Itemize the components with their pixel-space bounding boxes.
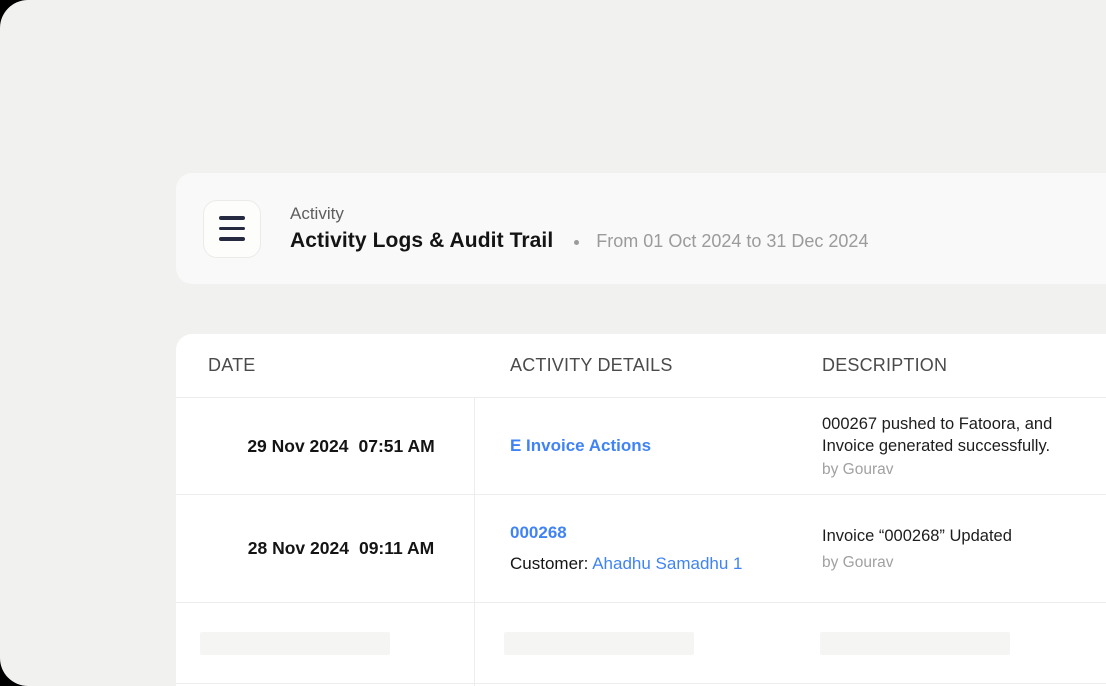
row-activity-details	[474, 603, 820, 683]
page-header: Activity Activity Logs & Audit Trail Fro…	[176, 173, 1106, 284]
row-time: 07:51 AM	[359, 436, 435, 457]
invoice-number-link[interactable]: 000268	[510, 523, 820, 543]
separator-dot-icon	[574, 240, 579, 245]
row-activity-details: 000268 Customer: Ahadhu Samadhu 1	[474, 495, 820, 602]
row-time: 09:11 AM	[359, 538, 434, 559]
row-description: 000267 pushed to Fatoora, and Invoice ge…	[820, 398, 1106, 494]
description-text: 000267 pushed to Fatoora, and	[822, 413, 1106, 435]
column-header-date: DATE	[176, 355, 474, 376]
row-description: Invoice “000268” Updated by Gourav	[820, 495, 1106, 602]
page-subtitle: Activity	[290, 204, 868, 224]
activity-table: DATE ACTIVITY DETAILS DESCRIPTION 29 Nov…	[176, 334, 1106, 686]
description-text: Invoice “000268” Updated	[822, 525, 1106, 547]
skeleton-placeholder	[820, 632, 1010, 655]
row-activity-details: E Invoice Actions	[474, 398, 820, 494]
column-divider	[474, 398, 475, 686]
skeleton-placeholder	[504, 632, 694, 655]
hamburger-icon	[219, 216, 245, 241]
app-window: Activity Activity Logs & Audit Trail Fro…	[0, 0, 1106, 686]
byline: by Gourav	[822, 461, 1106, 479]
column-header-description: DESCRIPTION	[820, 355, 1106, 376]
table-header-row: DATE ACTIVITY DETAILS DESCRIPTION	[176, 334, 1106, 398]
column-header-activity-details: ACTIVITY DETAILS	[474, 355, 820, 376]
customer-line: Customer: Ahadhu Samadhu 1	[510, 554, 820, 574]
row-date	[176, 603, 474, 683]
table-row: 28 Nov 2024 09:11 AM 000268 Customer: Ah…	[176, 495, 1106, 603]
menu-button[interactable]	[203, 200, 261, 258]
page-title: Activity Logs & Audit Trail	[290, 229, 553, 253]
skeleton-placeholder	[200, 632, 390, 655]
byline: by Gourav	[822, 554, 1106, 572]
customer-link[interactable]: Ahadhu Samadhu 1	[592, 554, 742, 573]
date-range-label: From 01 Oct 2024 to 31 Dec 2024	[596, 231, 868, 252]
e-invoice-actions-link[interactable]: E Invoice Actions	[510, 436, 820, 456]
row-date: 28 Nov 2024 09:11 AM	[176, 495, 474, 602]
table-row: 29 Nov 2024 07:51 AM E Invoice Actions 0…	[176, 398, 1106, 495]
header-text: Activity Activity Logs & Audit Trail Fro…	[290, 204, 868, 253]
customer-label: Customer:	[510, 554, 588, 573]
description-text: Invoice generated successfully.	[822, 435, 1106, 457]
row-date: 29 Nov 2024 07:51 AM	[176, 398, 474, 494]
table-row-loading	[176, 603, 1106, 684]
row-description	[820, 603, 1106, 683]
